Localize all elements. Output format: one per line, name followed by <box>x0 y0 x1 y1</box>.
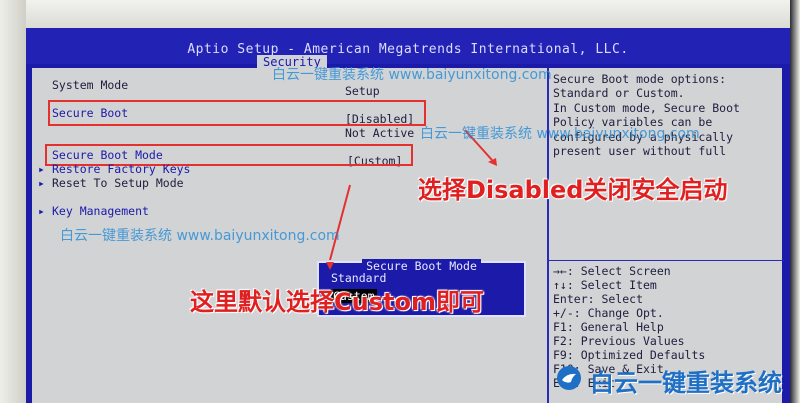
site-logo: 白云一键重装系统 <box>550 363 790 397</box>
watermark: 白云一键重装系统 www.baiyunxitong.com <box>272 67 552 83</box>
watermark: 白云一键重装系统 www.baiyunxitong.com <box>420 126 700 142</box>
watermark: 白云一键重装系统 www.baiyunxitong.com <box>60 228 340 244</box>
logo-text: 白云一键重装系统 <box>590 369 782 397</box>
arrow-to-custom <box>329 184 351 261</box>
annotation-custom: 这里默认选择Custom即可 <box>190 288 484 316</box>
annotation-disabled: 选择Disabled关闭安全启动 <box>418 176 728 204</box>
bird-icon <box>557 366 581 390</box>
arrow-head-icon <box>326 262 334 270</box>
